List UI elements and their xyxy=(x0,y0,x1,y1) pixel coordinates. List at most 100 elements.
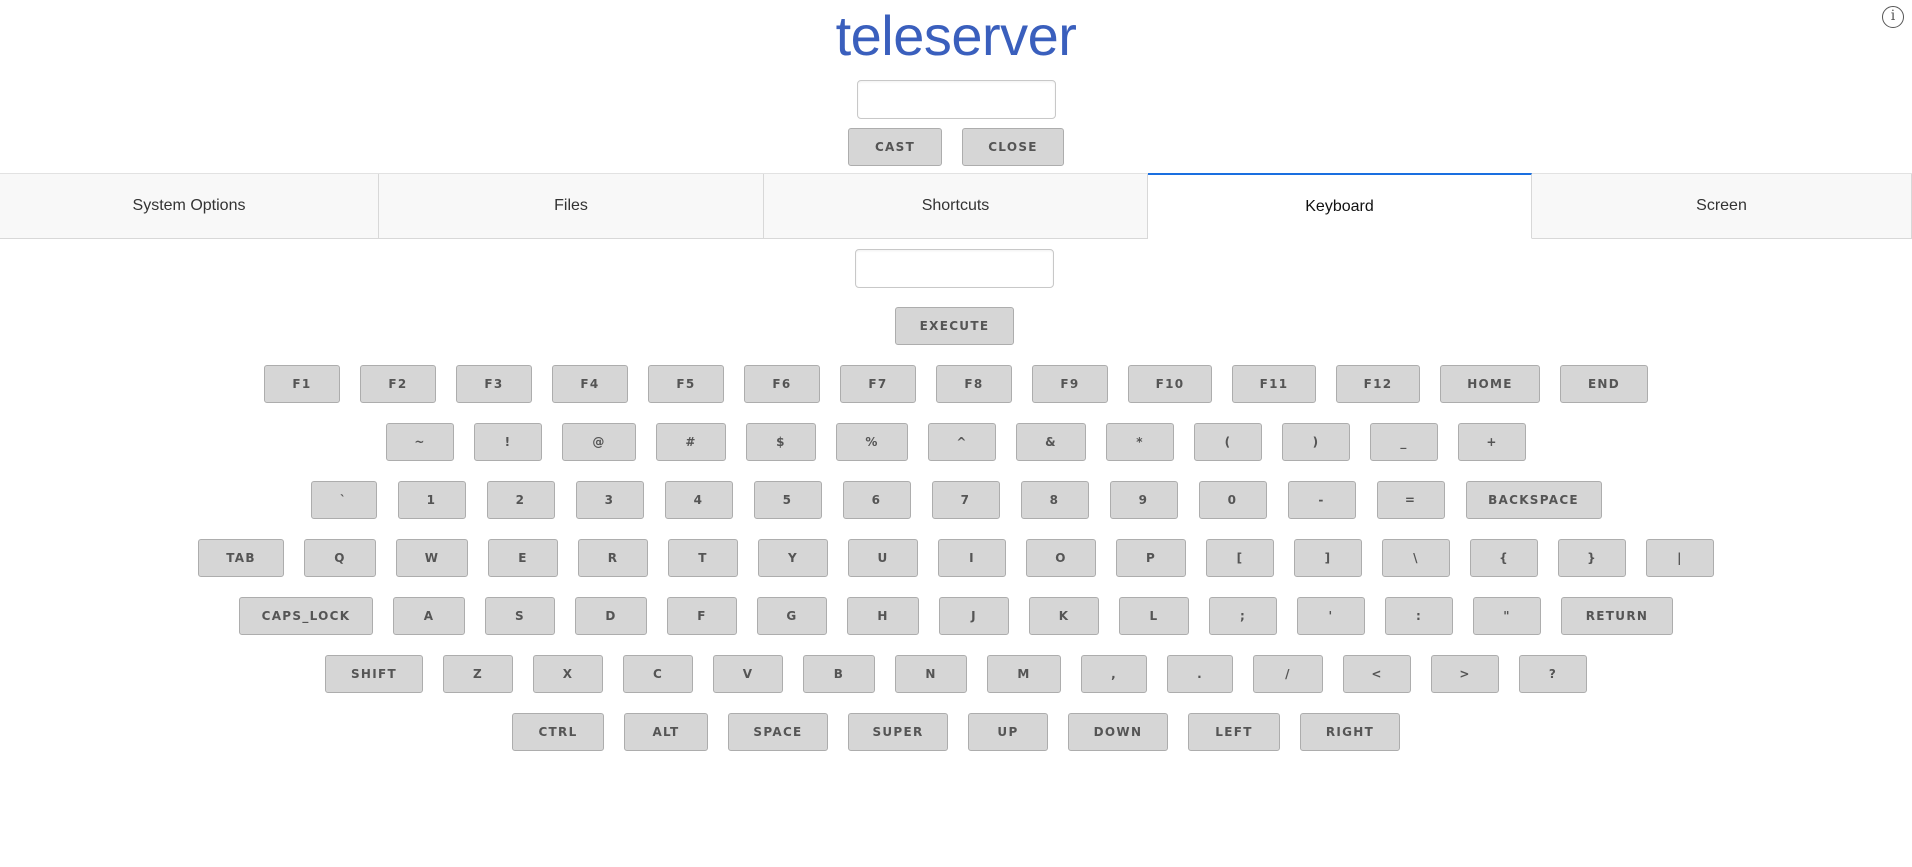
cast-url-input[interactable] xyxy=(856,80,1056,119)
key-rparen[interactable]: ) xyxy=(1282,423,1350,461)
key-pipe[interactable]: | xyxy=(1646,539,1714,577)
key-z[interactable]: Z xyxy=(443,655,513,693)
key-1[interactable]: 1 xyxy=(397,481,466,519)
key-g[interactable]: G xyxy=(757,597,827,635)
close-button[interactable]: CLOSE xyxy=(962,128,1064,166)
key-f3[interactable]: F3 xyxy=(456,365,532,403)
key-u[interactable]: U xyxy=(848,539,918,577)
key-less-than[interactable]: < xyxy=(1343,655,1411,693)
key-e[interactable]: E xyxy=(488,539,558,577)
key-asterisk[interactable]: * xyxy=(1106,423,1174,461)
key-a[interactable]: A xyxy=(393,597,465,635)
key-shift[interactable]: SHIFT xyxy=(325,655,423,693)
key-b[interactable]: B xyxy=(803,655,875,693)
key-d[interactable]: D xyxy=(575,597,647,635)
key-m[interactable]: M xyxy=(987,655,1061,693)
key-f8[interactable]: F8 xyxy=(936,365,1012,403)
tab-keyboard[interactable]: Keyboard xyxy=(1148,173,1532,239)
key-ampersand[interactable]: & xyxy=(1016,423,1086,461)
key-caps-lock[interactable]: CAPS_LOCK xyxy=(239,597,373,635)
key-dollar[interactable]: $ xyxy=(746,423,816,461)
key-lbrace[interactable]: { xyxy=(1470,539,1538,577)
key-o[interactable]: O xyxy=(1026,539,1096,577)
key-n[interactable]: N xyxy=(895,655,967,693)
key-3[interactable]: 3 xyxy=(575,481,644,519)
key-caret[interactable]: ^ xyxy=(928,423,996,461)
key-4[interactable]: 4 xyxy=(664,481,733,519)
key-super[interactable]: SUPER xyxy=(848,713,948,751)
key-rbracket[interactable]: ] xyxy=(1294,539,1362,577)
key-7[interactable]: 7 xyxy=(931,481,1000,519)
key-f5[interactable]: F5 xyxy=(648,365,724,403)
key-apostrophe[interactable]: ' xyxy=(1297,597,1365,635)
key-backspace[interactable]: BACKSPACE xyxy=(1465,481,1602,519)
key-underscore[interactable]: _ xyxy=(1370,423,1438,461)
key-f[interactable]: F xyxy=(667,597,737,635)
key-home[interactable]: HOME xyxy=(1440,365,1540,403)
key-s[interactable]: S xyxy=(485,597,555,635)
key-f4[interactable]: F4 xyxy=(552,365,628,403)
key-f2[interactable]: F2 xyxy=(360,365,436,403)
cast-button[interactable]: CAST xyxy=(848,128,942,166)
key-quote[interactable]: " xyxy=(1473,597,1541,635)
key-l[interactable]: L xyxy=(1119,597,1189,635)
key-h[interactable]: H xyxy=(847,597,919,635)
key-f11[interactable]: F11 xyxy=(1232,365,1316,403)
info-icon[interactable]: i xyxy=(1882,6,1904,28)
key-i[interactable]: I xyxy=(938,539,1006,577)
key-ctrl[interactable]: CTRL xyxy=(512,713,604,751)
key-minus[interactable]: - xyxy=(1287,481,1356,519)
key-plus[interactable]: + xyxy=(1458,423,1526,461)
key-percent[interactable]: % xyxy=(836,423,908,461)
key-c[interactable]: C xyxy=(623,655,693,693)
key-8[interactable]: 8 xyxy=(1020,481,1089,519)
keyboard-input[interactable] xyxy=(855,249,1054,288)
key-hash[interactable]: # xyxy=(656,423,726,461)
key-x[interactable]: X xyxy=(533,655,603,693)
execute-button[interactable]: EXECUTE xyxy=(895,307,1014,345)
key-comma[interactable]: , xyxy=(1081,655,1147,693)
key-tab[interactable]: TAB xyxy=(198,539,284,577)
key-greater-than[interactable]: > xyxy=(1431,655,1499,693)
key-2[interactable]: 2 xyxy=(486,481,555,519)
key-f7[interactable]: F7 xyxy=(840,365,916,403)
key-semicolon[interactable]: ; xyxy=(1209,597,1277,635)
key-k[interactable]: K xyxy=(1029,597,1099,635)
key-6[interactable]: 6 xyxy=(842,481,911,519)
key-rbrace[interactable]: } xyxy=(1558,539,1626,577)
key-tilde[interactable]: ~ xyxy=(386,423,454,461)
key-lparen[interactable]: ( xyxy=(1194,423,1262,461)
key-backtick[interactable]: ` xyxy=(310,481,377,519)
key-period[interactable]: . xyxy=(1167,655,1233,693)
key-exclaim[interactable]: ! xyxy=(474,423,542,461)
key-colon[interactable]: : xyxy=(1385,597,1453,635)
tab-shortcuts[interactable]: Shortcuts xyxy=(764,174,1148,238)
key-slash[interactable]: / xyxy=(1253,655,1323,693)
key-equals[interactable]: = xyxy=(1376,481,1445,519)
key-r[interactable]: R xyxy=(578,539,648,577)
key-at[interactable]: @ xyxy=(562,423,636,461)
key-f9[interactable]: F9 xyxy=(1032,365,1108,403)
key-left[interactable]: LEFT xyxy=(1188,713,1280,751)
key-question[interactable]: ? xyxy=(1519,655,1587,693)
key-lbracket[interactable]: [ xyxy=(1206,539,1274,577)
key-5[interactable]: 5 xyxy=(753,481,822,519)
key-f10[interactable]: F10 xyxy=(1128,365,1212,403)
key-right[interactable]: RIGHT xyxy=(1300,713,1400,751)
key-end[interactable]: END xyxy=(1560,365,1648,403)
key-f12[interactable]: F12 xyxy=(1336,365,1420,403)
key-y[interactable]: Y xyxy=(758,539,828,577)
key-j[interactable]: J xyxy=(939,597,1009,635)
key-9[interactable]: 9 xyxy=(1109,481,1178,519)
key-t[interactable]: T xyxy=(668,539,738,577)
key-v[interactable]: V xyxy=(713,655,783,693)
tab-screen[interactable]: Screen xyxy=(1532,174,1912,238)
key-0[interactable]: 0 xyxy=(1198,481,1267,519)
key-q[interactable]: Q xyxy=(304,539,376,577)
key-down[interactable]: DOWN xyxy=(1068,713,1168,751)
key-alt[interactable]: ALT xyxy=(624,713,708,751)
key-space[interactable]: SPACE xyxy=(728,713,828,751)
key-up[interactable]: UP xyxy=(968,713,1048,751)
key-f6[interactable]: F6 xyxy=(744,365,820,403)
key-return[interactable]: RETURN xyxy=(1561,597,1673,635)
